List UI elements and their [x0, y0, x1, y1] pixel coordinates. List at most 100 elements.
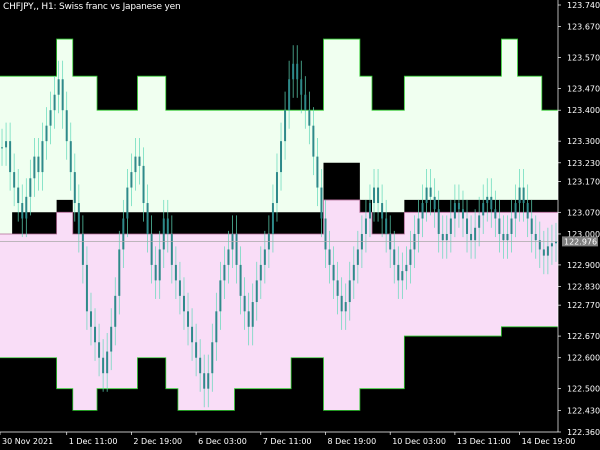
candle-body: [130, 172, 133, 188]
candle-body: [33, 156, 36, 179]
price-chart-canvas[interactable]: 123.740 123.670 123.570 123.470 123.400 123.3…: [0, 0, 600, 450]
candle-body: [94, 326, 97, 343]
candle-body: [49, 110, 52, 126]
candle-body: [433, 196, 436, 210]
candle-body: [530, 218, 533, 234]
price-tick-label: 123.670: [567, 23, 600, 32]
candle-body: [449, 218, 452, 234]
candle-body: [494, 209, 497, 219]
candle-body: [77, 203, 80, 234]
candle-body: [518, 187, 521, 204]
candle-body: [457, 203, 460, 210]
candle-body: [195, 342, 198, 358]
price-tick-label: 123.740: [567, 1, 600, 10]
candle-body: [534, 233, 537, 241]
candle-body: [199, 357, 202, 374]
candle-body: [259, 264, 262, 281]
candle-body: [478, 215, 481, 228]
candle-body: [506, 233, 509, 241]
candle-body: [526, 203, 529, 219]
candle-body: [441, 233, 444, 241]
candle-body: [405, 264, 408, 272]
candle-body: [308, 110, 311, 126]
candle-body: [9, 141, 12, 173]
candle-body: [466, 218, 469, 234]
candle-body: [187, 311, 190, 327]
time-tick-label: 2 Dec 19:00: [133, 437, 182, 446]
candle-body: [284, 110, 287, 142]
candle-body: [98, 342, 101, 358]
candle-body: [170, 233, 173, 265]
time-tick-label: 1 Dec 11:00: [69, 437, 118, 446]
candle-body: [89, 311, 92, 327]
candle-body: [21, 203, 24, 219]
candle-body: [263, 249, 266, 265]
candle-body: [344, 302, 347, 312]
candle-body: [296, 63, 299, 80]
candle-body: [425, 187, 428, 204]
candle-body: [542, 249, 545, 256]
candle-body: [251, 302, 254, 327]
candle-body: [328, 249, 331, 265]
time-tick-label: 13 Dec 11:00: [457, 437, 511, 446]
candle-body: [381, 203, 384, 219]
candle-body: [45, 125, 48, 142]
candle-body: [316, 156, 319, 188]
candle-body: [243, 295, 246, 312]
candle-body: [292, 63, 295, 80]
candle-body: [29, 178, 32, 197]
candle-body: [235, 233, 238, 265]
candle-body: [550, 243, 553, 247]
time-tick-label: 30 Nov 2021: [2, 437, 53, 446]
candle-body: [37, 156, 40, 173]
candle-body: [1, 147, 4, 149]
candle-body: [336, 280, 339, 296]
candle-body: [191, 326, 194, 343]
candle-body: [57, 79, 60, 95]
candle-body: [215, 311, 218, 343]
candle-body: [65, 110, 68, 142]
candle-body: [146, 203, 149, 234]
candle-body: [502, 233, 505, 241]
candle-body: [247, 311, 250, 327]
candle-body: [397, 264, 400, 281]
candle-body: [126, 187, 129, 219]
price-tick-label: 123.300: [567, 137, 600, 146]
time-tick-label: 7 Dec 11:00: [263, 437, 312, 446]
chart-window: 123.740 123.670 123.570 123.470 123.400 123.3…: [0, 0, 600, 450]
candle-body: [393, 249, 396, 265]
candle-body: [409, 249, 412, 265]
price-tick-label: 123.570: [567, 54, 600, 63]
candle-body: [320, 187, 323, 219]
candle-body: [73, 172, 76, 204]
candle-body: [368, 203, 371, 219]
price-tick-label: 122.830: [567, 283, 600, 292]
candle-body: [421, 203, 424, 219]
upper-channel-band: [0, 39, 558, 234]
candle-body: [239, 264, 242, 296]
candle-body: [429, 187, 432, 197]
candle-body: [114, 295, 117, 327]
candle-body: [546, 246, 549, 256]
price-tick-label: 123.230: [567, 159, 600, 168]
time-tick-label: 10 Dec 03:00: [392, 437, 446, 446]
price-tick-label: 122.500: [567, 385, 600, 394]
candle-body: [445, 233, 448, 241]
candle-body: [348, 280, 351, 303]
candle-body: [280, 141, 283, 173]
candle-body: [437, 209, 440, 234]
candle-body: [118, 249, 121, 296]
price-tick-label: 123.070: [567, 208, 600, 217]
price-tick-label: 122.600: [567, 354, 600, 363]
candle-body: [41, 141, 44, 173]
candle-body: [106, 351, 109, 374]
candle-body: [182, 295, 185, 312]
candle-body: [470, 233, 473, 241]
current-price-badge-label: 122.976: [564, 237, 597, 246]
candle-body: [150, 233, 153, 265]
price-tick-label: 122.430: [567, 406, 600, 415]
candle-body: [417, 218, 420, 234]
candle-body: [304, 94, 307, 111]
candle-body: [514, 203, 517, 219]
candle-body: [453, 203, 456, 219]
